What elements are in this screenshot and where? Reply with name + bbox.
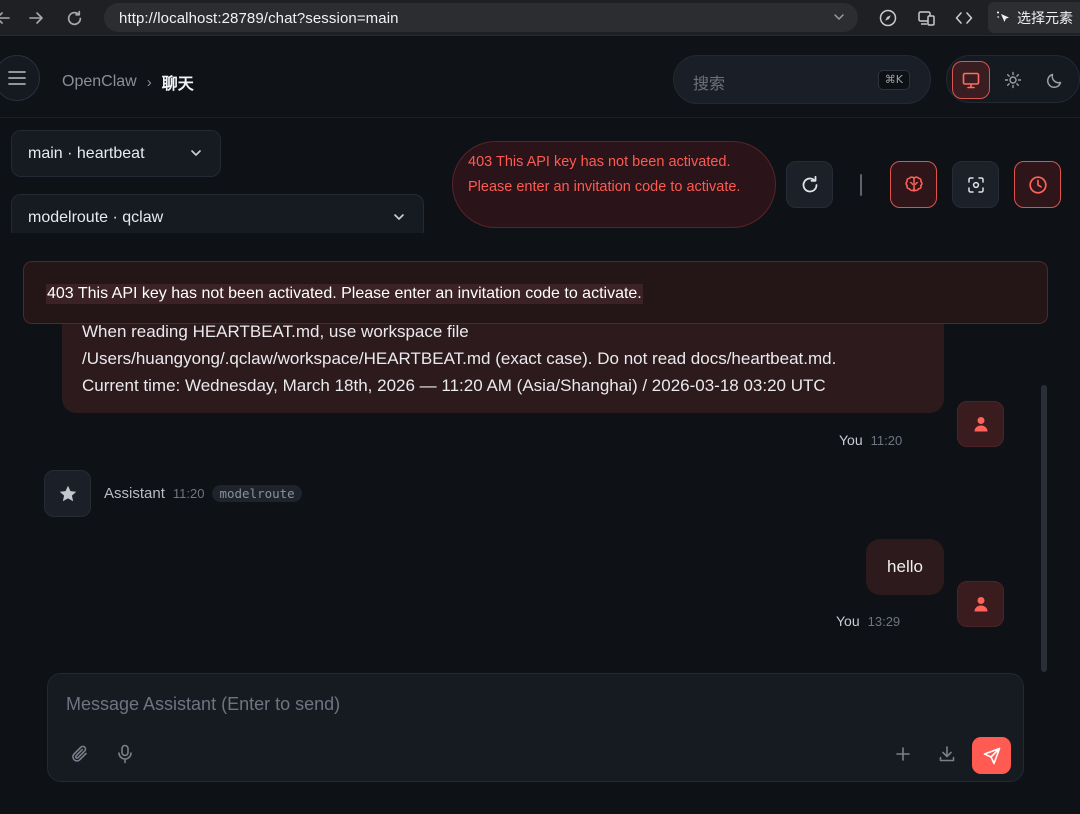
toolbar-divider: [860, 174, 862, 196]
chevron-down-icon[interactable]: [832, 10, 846, 24]
message-meta: You 11:20: [839, 432, 902, 448]
message-line: Current time: Wednesday, March 18th, 202…: [82, 376, 826, 395]
app-header: OpenClaw › 聊天 搜索 ⌘K: [0, 37, 1080, 118]
select-element-button[interactable]: 选择元素: [988, 2, 1080, 33]
reload-icon[interactable]: [63, 7, 85, 29]
assistant-avatar: [44, 470, 91, 517]
theme-light-button[interactable]: [994, 61, 1032, 99]
url-text: http://localhost:28789/chat?session=main: [119, 10, 399, 27]
moon-icon: [1046, 71, 1064, 89]
assistant-time: 11:20: [172, 486, 205, 501]
chevron-down-icon: [391, 209, 407, 225]
message-meta: You 13:29: [836, 613, 900, 629]
search-input[interactable]: 搜索 ⌘K: [673, 55, 931, 104]
assistant-meta: Assistant 11:20 modelroute: [104, 485, 302, 502]
avatar: [957, 581, 1004, 627]
divider: [0, 233, 440, 243]
assistant-name: Assistant: [104, 485, 165, 502]
message-composer: [47, 673, 1024, 782]
refresh-icon: [800, 175, 820, 195]
theme-switcher: [946, 55, 1080, 103]
select-element-label: 选择元素: [1017, 10, 1073, 27]
user-icon: [972, 415, 990, 433]
menu-button[interactable]: [0, 55, 40, 101]
microphone-icon[interactable]: [113, 742, 137, 766]
avatar: [957, 401, 1004, 447]
forward-arrow-icon[interactable]: [25, 7, 47, 29]
message-time: 11:20: [870, 433, 903, 448]
breadcrumb-root[interactable]: OpenClaw: [62, 73, 137, 91]
scrollbar[interactable]: [1041, 385, 1047, 672]
focus-mode-button[interactable]: [952, 161, 999, 208]
message-input[interactable]: [66, 690, 966, 718]
compass-icon[interactable]: [876, 6, 900, 30]
theme-system-button[interactable]: [952, 61, 990, 99]
error-banner-text: 403 This API key has not been activated.…: [46, 284, 643, 304]
plus-icon[interactable]: [891, 742, 915, 766]
download-icon[interactable]: [935, 742, 959, 766]
thinking-toggle-button[interactable]: [890, 161, 937, 208]
back-arrow-icon[interactable]: [0, 7, 14, 29]
hamburger-icon: [7, 70, 27, 86]
session-select-value: main · heartbeat: [28, 144, 145, 162]
message-line: /Users/huangyong/.qclaw/workspace/HEARTB…: [82, 349, 837, 368]
send-button[interactable]: [972, 737, 1011, 774]
message-text: hello: [887, 557, 923, 576]
cron-schedule-button[interactable]: [1014, 161, 1061, 208]
user-message-bubble: hello: [866, 539, 944, 595]
search-placeholder: 搜索: [693, 74, 726, 93]
code-icon[interactable]: [952, 6, 976, 30]
chevron-down-icon: [188, 145, 204, 161]
focus-frame-icon: [967, 176, 985, 194]
monitor-icon: [962, 72, 980, 89]
brain-icon: [903, 174, 925, 196]
breadcrumb: OpenClaw › 聊天: [62, 70, 194, 94]
sun-icon: [1004, 71, 1022, 89]
address-bar[interactable]: http://localhost:28789/chat?session=main: [104, 3, 858, 32]
breadcrumb-separator: ›: [146, 73, 152, 91]
message-line: When reading HEARTBEAT.md, use workspace…: [82, 322, 469, 341]
session-select[interactable]: main · heartbeat: [11, 130, 221, 177]
error-message-bubble: 403 This API key has not been activated.…: [452, 141, 776, 228]
breadcrumb-current: 聊天: [161, 74, 194, 93]
model-tag: modelroute: [212, 485, 302, 502]
cursor-select-icon: [996, 10, 1012, 26]
star-icon: [58, 484, 78, 504]
message-author: You: [839, 432, 863, 448]
search-shortcut-badge: ⌘K: [877, 70, 910, 90]
message-time: 13:29: [867, 614, 901, 629]
model-select-value: modelroute · qclaw: [28, 208, 164, 226]
message-author: You: [836, 613, 860, 629]
browser-toolbar: http://localhost:28789/chat?session=main…: [0, 0, 1080, 36]
refresh-button[interactable]: [786, 161, 833, 208]
send-icon: [983, 747, 1001, 765]
clock-icon: [1028, 175, 1048, 195]
user-icon: [972, 595, 990, 613]
devices-icon[interactable]: [914, 6, 938, 30]
paperclip-icon[interactable]: [68, 742, 92, 766]
error-banner: 403 This API key has not been activated.…: [23, 261, 1048, 324]
theme-dark-button[interactable]: [1036, 61, 1074, 99]
